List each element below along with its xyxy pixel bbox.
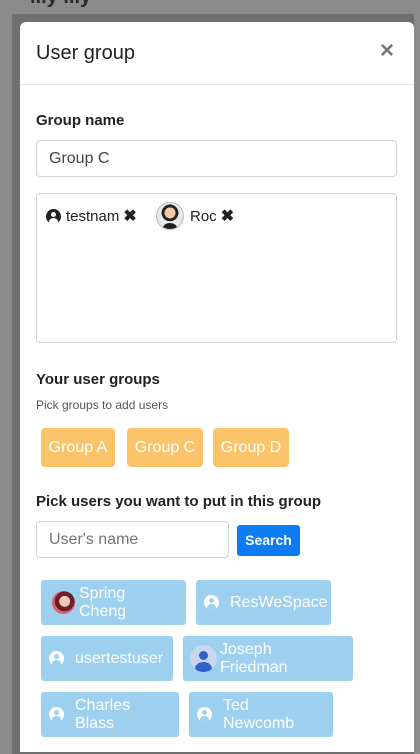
user-group-modal: User group × Group name testnam ✖ Roc ✖ … — [20, 22, 414, 752]
members-box: testnam ✖ Roc ✖ — [36, 193, 397, 343]
remove-member-icon[interactable]: ✖ — [221, 206, 234, 226]
user-name: usertestuser — [75, 649, 164, 667]
modal-title: User group — [36, 42, 135, 64]
user-circle-icon — [46, 208, 61, 224]
user-button-ted-newcomb[interactable]: Ted Newcomb — [189, 692, 333, 737]
backdrop-partial-text: ...y ...y — [30, 0, 91, 9]
member-name: testnam — [66, 207, 120, 225]
group-name-label: Group name — [36, 112, 125, 129]
user-button-spring-cheng[interactable]: Spring Cheng — [41, 580, 186, 625]
group-name-input[interactable] — [36, 140, 397, 177]
user-name: Ted Newcomb — [223, 696, 295, 732]
user-circle-icon — [204, 595, 219, 610]
user-name: ResWeSpace — [230, 593, 328, 611]
modal-header: User group × — [20, 22, 414, 85]
avatar — [156, 202, 184, 230]
user-name: Charles Blass — [75, 696, 131, 732]
user-button-usertestuser[interactable]: usertestuser — [41, 636, 173, 681]
user-circle-icon — [49, 707, 64, 722]
search-button[interactable]: Search — [237, 525, 300, 556]
member-chip-roc: Roc ✖ — [156, 202, 234, 230]
user-button-charles-blass[interactable]: Charles Blass — [41, 692, 179, 737]
group-button-d[interactable]: Group D — [213, 428, 289, 467]
member-chip-testnam: testnam ✖ — [46, 206, 137, 226]
your-groups-title: Your user groups — [36, 371, 160, 388]
user-button-reswespace[interactable]: ResWeSpace — [196, 580, 331, 625]
member-name: Roc — [190, 207, 217, 225]
user-name: Joseph Friedman — [220, 640, 288, 676]
close-icon: × — [379, 37, 394, 64]
group-button-c[interactable]: Group C — [127, 428, 203, 467]
user-name: Spring Cheng — [79, 584, 127, 620]
user-button-joseph-friedman[interactable]: Joseph Friedman — [183, 636, 353, 681]
avatar — [52, 591, 75, 614]
remove-member-icon[interactable]: ✖ — [123, 206, 136, 226]
avatar — [190, 645, 217, 672]
close-button[interactable]: × — [376, 38, 398, 64]
user-circle-icon — [197, 707, 212, 722]
your-groups-hint: Pick groups to add users — [36, 398, 169, 412]
user-circle-icon — [49, 651, 64, 666]
group-button-a[interactable]: Group A — [41, 428, 115, 467]
user-search-input[interactable] — [36, 521, 229, 558]
pick-users-title: Pick users you want to put in this group — [36, 493, 322, 510]
